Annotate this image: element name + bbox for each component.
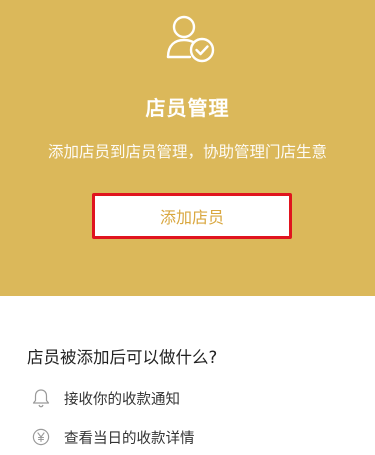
list-item-label: 查看当日的收款详情 xyxy=(64,430,195,447)
list-item: 接收你的收款通知 xyxy=(30,387,180,409)
bell-icon xyxy=(30,387,52,409)
page-subtitle: 添加店员到店员管理，协助管理门店生意 xyxy=(47,143,327,161)
list-item-label: 接收你的收款通知 xyxy=(64,391,180,408)
info-heading: 店员被添加后可以做什么? xyxy=(27,348,218,367)
list-item: 查看当日的收款详情 xyxy=(30,426,195,448)
hero-banner: 店员管理 添加店员到店员管理，协助管理门店生意 添加店员 xyxy=(0,0,375,296)
add-staff-button[interactable]: 添加店员 xyxy=(92,193,292,239)
info-section: 店员被添加后可以做什么? 接收你的收款通知 查看当日的收款详情 xyxy=(0,296,375,455)
yen-circle-icon xyxy=(30,426,52,448)
page-title: 店员管理 xyxy=(145,96,230,120)
user-check-icon xyxy=(166,15,215,63)
